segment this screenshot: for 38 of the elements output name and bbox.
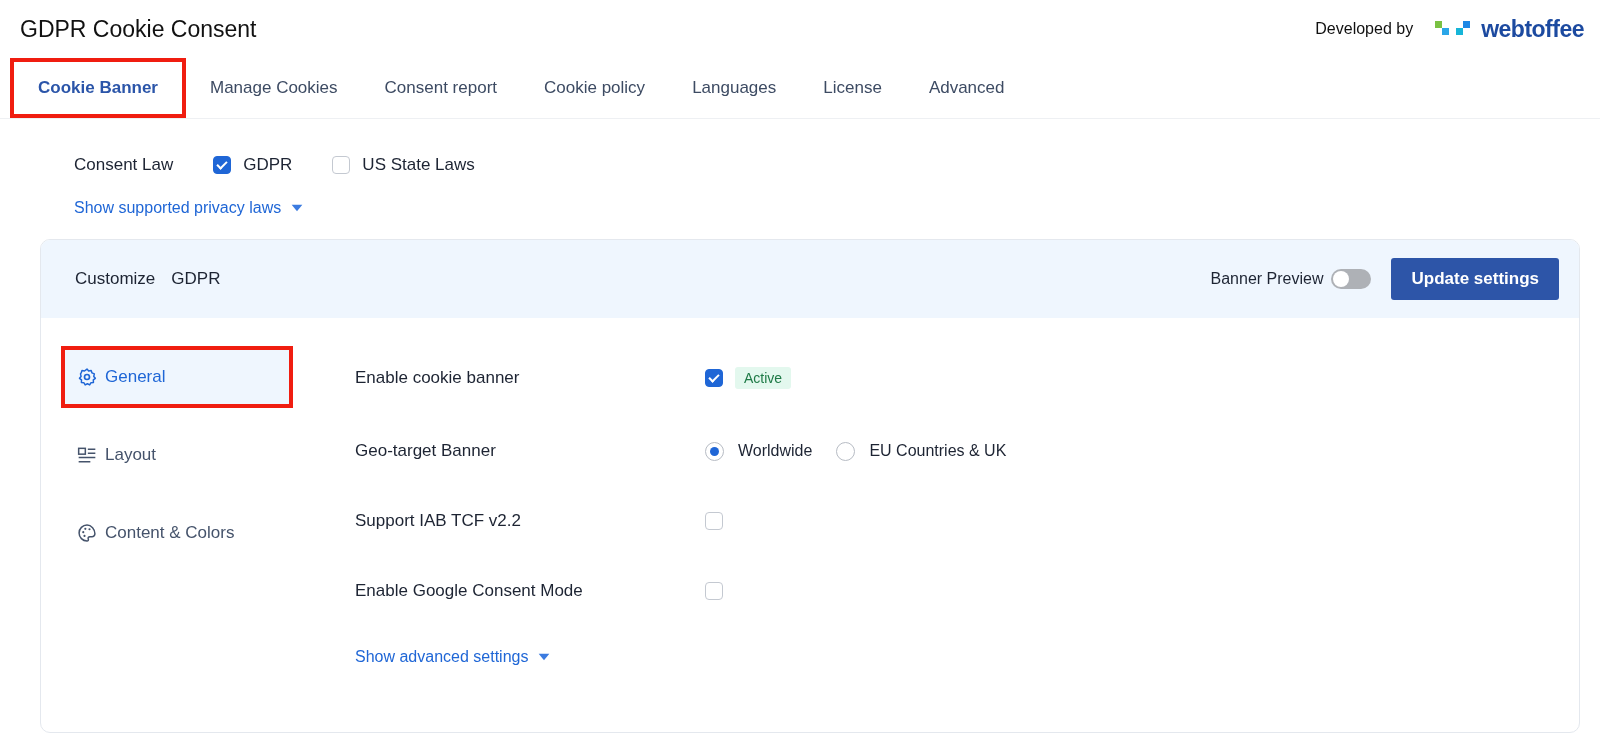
- show-laws-link[interactable]: Show supported privacy laws: [74, 199, 282, 217]
- tab[interactable]: Advanced: [905, 58, 1028, 118]
- sidebar-item[interactable]: Content & Colors: [61, 502, 293, 564]
- tab[interactable]: Cookie Banner: [10, 58, 186, 118]
- checkbox[interactable]: [213, 156, 232, 174]
- layout-icon: [77, 445, 97, 465]
- banner-preview-toggle[interactable]: [1331, 269, 1372, 289]
- checkbox-label: US State Laws: [362, 155, 475, 175]
- consent-law-label: Consent Law: [74, 155, 174, 175]
- show-advanced-link[interactable]: Show advanced settings: [355, 648, 529, 666]
- banner-preview-label: Banner Preview: [1210, 270, 1324, 288]
- setting-label: Enable Google Consent Mode: [355, 581, 584, 601]
- setting-label: Enable cookie banner: [355, 368, 521, 388]
- setting-label: Geo-target Banner: [355, 441, 497, 461]
- checkbox[interactable]: [705, 512, 723, 530]
- developed-by-label: Developed by: [1315, 20, 1414, 38]
- update-settings-button[interactable]: Update settings: [1391, 258, 1559, 300]
- status-badge: Active: [735, 367, 792, 389]
- radio-label: Worldwide: [738, 442, 813, 460]
- checkbox[interactable]: [705, 582, 723, 600]
- palette-icon: [77, 523, 97, 543]
- checkbox-label: GDPR: [243, 155, 293, 175]
- customize-label: Customize: [75, 269, 156, 289]
- tab[interactable]: Cookie policy: [521, 58, 669, 118]
- tab[interactable]: Manage Cookies: [187, 58, 361, 118]
- radio-label: EU Countries & UK: [869, 442, 1007, 460]
- customize-value: GDPR: [171, 269, 221, 289]
- brand-name: webtoffee: [1481, 15, 1584, 43]
- sidebar-item[interactable]: General: [61, 346, 293, 408]
- setting-label: Support IAB TCF v2.2: [355, 511, 522, 531]
- sidebar-item[interactable]: Layout: [61, 424, 293, 486]
- tab[interactable]: Consent report: [361, 58, 520, 118]
- checkbox[interactable]: [332, 156, 351, 174]
- page-title: GDPR Cookie Consent: [20, 15, 257, 43]
- tab[interactable]: License: [800, 58, 905, 118]
- settings-icon: [77, 367, 97, 387]
- checkbox[interactable]: [705, 369, 723, 387]
- tab[interactable]: Languages: [669, 58, 800, 118]
